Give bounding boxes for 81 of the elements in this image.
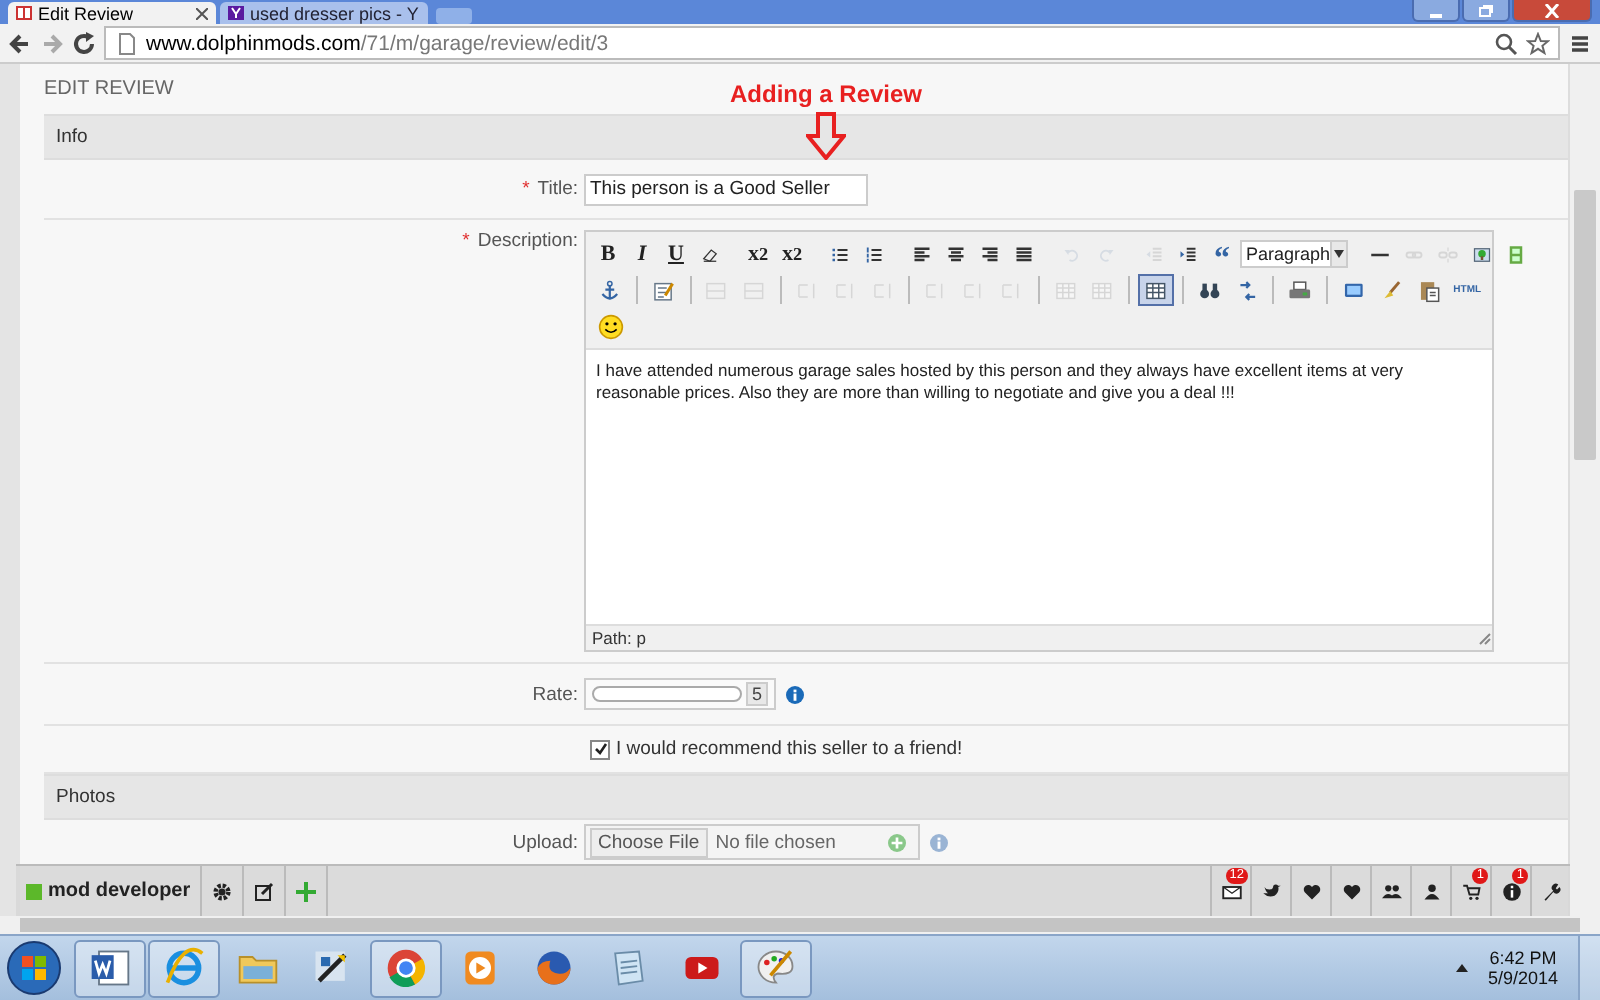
restore-button[interactable]	[1462, 0, 1510, 22]
tray-caret-icon[interactable]	[1455, 964, 1468, 972]
username[interactable]: mod developer	[48, 880, 191, 902]
person-icon[interactable]	[1421, 881, 1441, 901]
grid-favicon-icon	[16, 6, 32, 20]
rating-field[interactable]: 5	[584, 678, 776, 710]
bird-icon[interactable]	[1261, 881, 1281, 901]
recommend-checkbox[interactable]	[590, 739, 610, 759]
checkbox-label: I would recommend this seller to a friend!	[616, 738, 963, 760]
letter-favicon-icon	[228, 6, 244, 20]
required-mark: *	[522, 178, 530, 200]
mail-icon[interactable]	[1221, 881, 1241, 901]
table-grid-icon	[1053, 277, 1077, 303]
table-grid-button[interactable]	[1138, 274, 1174, 306]
file-status: No file chosen	[715, 831, 836, 853]
description-text[interactable]: I have attended numerous garage sales hosted by this person and they always have excellent items at very reasonable prices. Also they are more than willing to negotiate and give you a deal !!!	[586, 350, 1492, 624]
table-grid-icon	[1144, 277, 1168, 303]
table-row-icon	[742, 277, 766, 303]
page-icon	[114, 31, 138, 55]
field-label: Rate:	[530, 683, 580, 705]
field-label: Title:	[537, 178, 578, 200]
reload-icon[interactable]	[72, 31, 96, 55]
palette-app-icon	[754, 946, 798, 990]
format-dropdown[interactable]: Paragraph	[1240, 240, 1349, 268]
edit-icon[interactable]	[254, 881, 275, 901]
close-icon	[1544, 3, 1560, 17]
word-app-icon	[88, 946, 132, 990]
section-header[interactable]: Info	[44, 114, 1568, 160]
wrench-icon[interactable]	[1541, 881, 1561, 901]
restore-icon	[1478, 3, 1494, 17]
vertical-scrollbar[interactable]	[1568, 64, 1600, 916]
smiley-icon	[598, 313, 624, 339]
caret-icon	[1334, 250, 1345, 258]
note-icon	[651, 277, 675, 303]
brush-icon	[1379, 277, 1403, 303]
minimize-button[interactable]	[1412, 0, 1460, 22]
menu-icon[interactable]	[1568, 31, 1592, 55]
format-button[interactable]: “	[1206, 238, 1238, 270]
format-button[interactable]: I	[626, 238, 658, 270]
info-icon[interactable]	[1501, 881, 1521, 901]
format-button[interactable]: U	[660, 238, 692, 270]
page-heading: EDIT REVIEW	[44, 78, 174, 100]
group-icon[interactable]	[1381, 881, 1401, 901]
table-grid-icon	[1090, 277, 1115, 303]
anchor-icon	[598, 277, 622, 303]
close-icon[interactable]	[196, 7, 208, 19]
address-bar[interactable]: www.dolphinmods.com/71/m/garage/review/edit/3	[104, 26, 1560, 60]
start-button[interactable]	[4, 938, 64, 998]
close-button[interactable]	[1512, 0, 1592, 22]
title-field[interactable]: This person is a Good Seller	[584, 173, 868, 205]
status-square-icon	[26, 883, 42, 899]
section-header[interactable]: Photos	[44, 774, 1568, 820]
field-label: Upload:	[510, 831, 580, 853]
table-row-icon	[704, 277, 729, 303]
browser-tab[interactable]: used dresser pics - Y	[220, 2, 428, 24]
choose-file-button[interactable]: Choose File	[590, 827, 708, 857]
settings-icon[interactable]	[212, 881, 233, 901]
browser-ball-app-icon	[384, 946, 428, 990]
element-path: Path: p	[592, 628, 646, 648]
printer-icon	[1288, 277, 1312, 303]
required-mark: *	[462, 230, 470, 252]
annotation-text: Adding a Review	[730, 80, 923, 108]
zoom-icon[interactable]	[1494, 31, 1518, 55]
paste-icon	[1417, 277, 1441, 303]
taskbar-button[interactable]	[74, 939, 146, 997]
file-upload-field[interactable]: Choose File No file chosen	[584, 824, 920, 860]
resize-grip-icon[interactable]	[1478, 631, 1492, 645]
field-label: Description:	[477, 230, 578, 252]
fox-app-icon	[532, 946, 576, 990]
horizontal-scrollbar[interactable]	[0, 916, 1600, 934]
rating-value: 5	[745, 682, 768, 706]
replace-icon	[1235, 277, 1259, 303]
browser-tab[interactable]: Edit Review	[8, 2, 216, 24]
star-icon[interactable]	[1526, 31, 1550, 55]
clock[interactable]: 6:42 PM 5/9/2014	[1487, 948, 1558, 988]
globe-app-icon	[162, 946, 206, 990]
cart-icon[interactable]	[1461, 881, 1481, 901]
down-arrow-icon	[806, 112, 847, 160]
back-icon[interactable]	[8, 31, 32, 55]
format-button[interactable]: B	[592, 238, 624, 270]
film-icon	[1506, 241, 1527, 267]
